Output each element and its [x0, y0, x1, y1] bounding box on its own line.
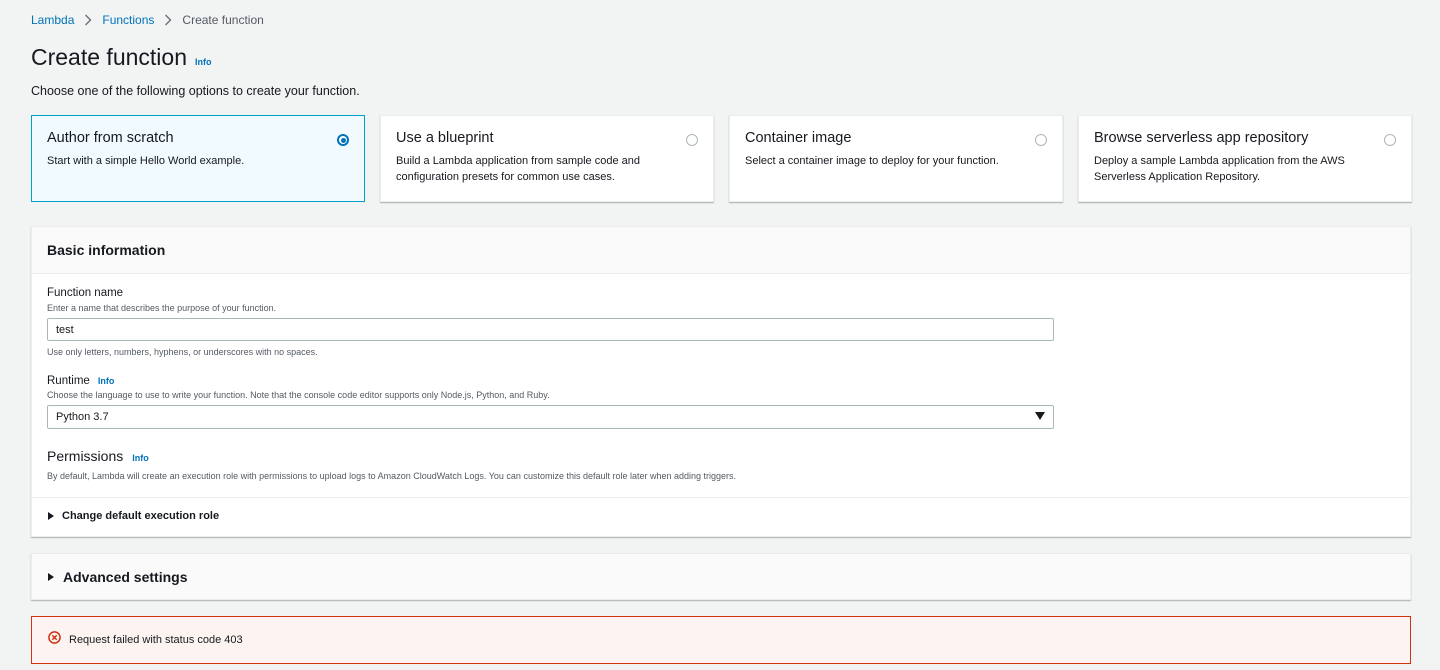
option-title: Use a blueprint	[396, 130, 494, 146]
option-description: Select a container image to deploy for y…	[745, 155, 999, 167]
error-icon	[48, 631, 69, 649]
radio-button[interactable]	[1384, 134, 1396, 146]
breadcrumb-lambda[interactable]: Lambda	[31, 13, 74, 27]
caret-right-icon	[48, 512, 54, 520]
advanced-settings-panel: Advanced settings	[31, 553, 1411, 600]
option-browse-serverless-repo[interactable]: Browse serverless app repository Deploy …	[1078, 115, 1412, 202]
runtime-label: Runtime	[47, 375, 90, 387]
change-execution-role-toggle[interactable]: Change default execution role	[48, 510, 219, 522]
function-name-constraint: Use only letters, numbers, hyphens, or u…	[47, 347, 318, 357]
advanced-settings-label: Advanced settings	[63, 569, 188, 585]
runtime-select[interactable]: Python 3.7	[47, 405, 1054, 429]
basic-information-panel: Basic information Function name Enter a …	[31, 226, 1411, 537]
breadcrumb-functions[interactable]: Functions	[102, 13, 154, 27]
option-title: Author from scratch	[47, 130, 174, 146]
option-description: Start with a simple Hello World example.	[47, 155, 245, 167]
page-subtitle: Choose one of the following options to c…	[31, 84, 360, 98]
option-title: Browse serverless app repository	[1094, 130, 1309, 146]
runtime-selected-value: Python 3.7	[56, 411, 109, 423]
caret-right-icon	[48, 573, 54, 581]
permissions-title-row: Permissions Info	[47, 448, 149, 464]
error-message: Request failed with status code 403	[69, 634, 243, 646]
runtime-label-row: Runtime Info	[47, 375, 114, 387]
breadcrumb-current: Create function	[182, 13, 264, 27]
panel-title: Basic information	[47, 242, 166, 258]
function-name-input[interactable]	[47, 318, 1054, 341]
option-description: Deploy a sample Lambda application from …	[1094, 155, 1345, 183]
error-alert: Request failed with status code 403	[31, 616, 1411, 664]
function-name-description: Enter a name that describes the purpose …	[47, 303, 277, 313]
permissions-description: By default, Lambda will create an execut…	[47, 471, 737, 481]
radio-button[interactable]	[1035, 134, 1047, 146]
change-execution-role-label: Change default execution role	[62, 510, 220, 522]
function-name-label: Function name	[47, 287, 124, 299]
page-title: Create function	[31, 44, 187, 70]
chevron-right-icon	[154, 14, 182, 26]
divider	[32, 497, 1410, 498]
page-header: Create function Info	[31, 44, 211, 71]
option-description: Build a Lambda application from sample c…	[396, 155, 640, 183]
runtime-info-link[interactable]: Info	[98, 376, 115, 386]
radio-button[interactable]	[686, 134, 698, 146]
option-title: Container image	[745, 130, 852, 146]
option-use-blueprint[interactable]: Use a blueprint Build a Lambda applicati…	[380, 115, 714, 202]
advanced-settings-toggle[interactable]: Advanced settings	[48, 569, 187, 585]
caret-down-icon	[1035, 411, 1045, 423]
radio-button-selected[interactable]	[337, 134, 349, 146]
panel-header: Basic information	[32, 227, 1410, 274]
breadcrumb: Lambda Functions Create function	[31, 12, 264, 28]
runtime-description: Choose the language to use to write your…	[47, 390, 550, 400]
permissions-info-link[interactable]: Info	[132, 453, 149, 463]
chevron-right-icon	[74, 14, 102, 26]
option-container-image[interactable]: Container image Select a container image…	[729, 115, 1063, 202]
permissions-title: Permissions	[47, 448, 124, 464]
create-options: Author from scratch Start with a simple …	[31, 115, 1412, 202]
option-author-from-scratch[interactable]: Author from scratch Start with a simple …	[31, 115, 365, 202]
page-info-link[interactable]: Info	[195, 57, 212, 67]
